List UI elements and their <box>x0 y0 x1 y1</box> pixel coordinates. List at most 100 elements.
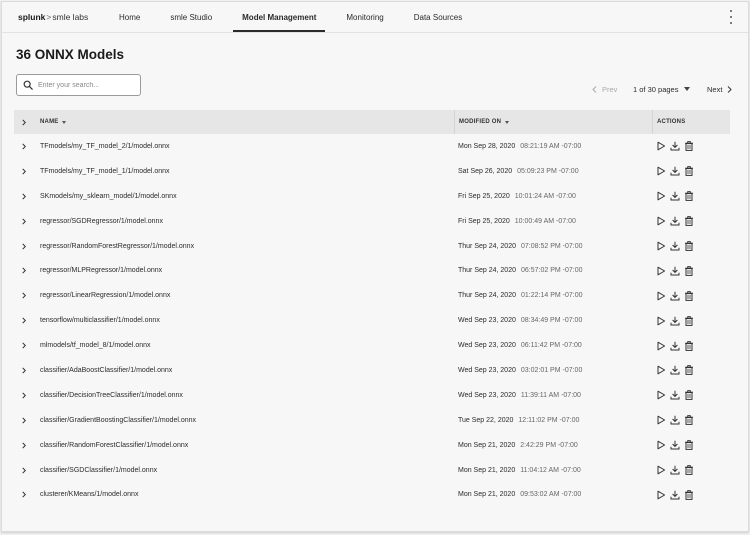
download-icon[interactable] <box>670 216 680 226</box>
play-icon[interactable] <box>656 266 666 276</box>
table-row[interactable]: tensorflow/multiclassifier/1/model.onnx W… <box>14 308 730 333</box>
play-icon[interactable] <box>656 166 666 176</box>
tab-monitoring[interactable]: Monitoring <box>337 2 392 32</box>
row-expand-toggle[interactable] <box>14 482 34 507</box>
table-row[interactable]: TFmodels/my_TF_model_1/1/model.onnx Sat S… <box>14 159 730 184</box>
trash-icon[interactable] <box>684 490 694 500</box>
tab-smle-studio[interactable]: smle Studio <box>161 2 221 32</box>
model-name[interactable]: classifier/RandomForestClassifier/1/mode… <box>34 433 454 458</box>
model-name[interactable]: regressor/MLPRegressor/1/model.onnx <box>34 258 454 283</box>
download-icon[interactable] <box>670 341 680 351</box>
play-icon[interactable] <box>656 390 666 400</box>
play-icon[interactable] <box>656 141 666 151</box>
download-icon[interactable] <box>670 390 680 400</box>
table-row[interactable]: regressor/RandomForestRegressor/1/model.… <box>14 234 730 259</box>
pagination-prev[interactable]: Prev <box>592 82 617 96</box>
trash-icon[interactable] <box>684 440 694 451</box>
play-icon[interactable] <box>656 415 666 425</box>
trash-icon[interactable] <box>684 166 694 177</box>
model-name[interactable]: SKmodels/my_sklearn_model/1/model.onnx <box>34 184 454 209</box>
row-expand-toggle[interactable] <box>14 258 34 283</box>
model-name[interactable]: tensorflow/multiclassifier/1/model.onnx <box>34 308 454 333</box>
table-row[interactable]: mlmodels/tf_model_8/1/model.onnx Wed Sep … <box>14 333 730 358</box>
trash-icon[interactable] <box>684 216 694 227</box>
play-icon[interactable] <box>656 465 666 475</box>
trash-icon[interactable] <box>684 241 694 251</box>
row-expand-toggle[interactable] <box>14 283 34 308</box>
download-icon[interactable] <box>670 166 680 176</box>
brand-logo[interactable]: splunk > smle labs <box>2 2 110 32</box>
download-icon[interactable] <box>670 266 680 276</box>
download-icon[interactable] <box>670 241 680 251</box>
play-icon[interactable] <box>656 490 666 500</box>
table-row[interactable]: classifier/SGDClassifier/1/model.onnx Mon… <box>14 458 730 483</box>
model-name[interactable]: classifier/GradientBoostingClassifier/1/… <box>34 408 454 433</box>
row-expand-toggle[interactable] <box>14 308 34 333</box>
model-name[interactable]: TFmodels/my_TF_model_2/1/model.onnx <box>34 134 454 159</box>
table-row[interactable]: regressor/SGDRegressor/1/model.onnx Fri S… <box>14 209 730 234</box>
model-name[interactable]: TFmodels/my_TF_model_1/1/model.onnx <box>34 159 454 184</box>
table-row[interactable]: classifier/RandomForestClassifier/1/mode… <box>14 433 730 458</box>
play-icon[interactable] <box>656 341 666 351</box>
row-expand-toggle[interactable] <box>14 433 34 458</box>
row-expand-toggle[interactable] <box>14 184 34 209</box>
model-name[interactable]: clusterer/KMeans/1/model.onnx <box>34 482 454 507</box>
table-row[interactable]: regressor/LinearRegression/1/model.onnx T… <box>14 283 730 308</box>
download-icon[interactable] <box>670 490 680 500</box>
tab-model-management[interactable]: Model Management <box>233 2 326 32</box>
tab-data-sources[interactable]: Data Sources <box>405 2 471 32</box>
table-row[interactable]: classifier/DecisionTreeClassifier/1/mode… <box>14 383 730 408</box>
row-expand-toggle[interactable] <box>14 134 34 159</box>
trash-icon[interactable] <box>684 266 694 276</box>
row-expand-toggle[interactable] <box>14 408 34 433</box>
table-row[interactable]: regressor/MLPRegressor/1/model.onnx Thur … <box>14 258 730 283</box>
model-name[interactable]: regressor/LinearRegression/1/model.onnx <box>34 283 454 308</box>
model-name[interactable]: classifier/SGDClassifier/1/model.onnx <box>34 458 454 483</box>
row-expand-toggle[interactable] <box>14 333 34 358</box>
download-icon[interactable] <box>670 465 680 475</box>
row-expand-toggle[interactable] <box>14 234 34 259</box>
column-header-modified[interactable]: MODIFIED ON <box>454 110 652 134</box>
play-icon[interactable] <box>656 316 666 326</box>
row-expand-toggle[interactable] <box>14 358 34 383</box>
expand-all-toggle[interactable] <box>14 110 34 134</box>
column-header-name[interactable]: NAME <box>34 110 454 134</box>
download-icon[interactable] <box>670 141 680 151</box>
row-expand-toggle[interactable] <box>14 159 34 184</box>
page-select[interactable]: 1 of 30 pages <box>633 82 691 96</box>
trash-icon[interactable] <box>684 415 694 426</box>
download-icon[interactable] <box>670 440 680 450</box>
download-icon[interactable] <box>670 365 680 375</box>
play-icon[interactable] <box>656 291 666 301</box>
table-row[interactable]: TFmodels/my_TF_model_2/1/model.onnx Mon S… <box>14 134 730 159</box>
trash-icon[interactable] <box>684 390 694 401</box>
model-name[interactable]: classifier/DecisionTreeClassifier/1/mode… <box>34 383 454 408</box>
trash-icon[interactable] <box>684 191 694 202</box>
trash-icon[interactable] <box>684 315 694 326</box>
trash-icon[interactable] <box>684 290 694 301</box>
trash-icon[interactable] <box>684 465 694 475</box>
download-icon[interactable] <box>670 191 680 201</box>
trash-icon[interactable] <box>684 365 694 376</box>
play-icon[interactable] <box>656 191 666 201</box>
table-row[interactable]: classifier/GradientBoostingClassifier/1/… <box>14 408 730 433</box>
play-icon[interactable] <box>656 365 666 375</box>
search-input[interactable] <box>38 81 133 89</box>
download-icon[interactable] <box>670 415 680 425</box>
model-name[interactable]: mlmodels/tf_model_8/1/model.onnx <box>34 333 454 358</box>
tab-home[interactable]: Home <box>110 2 149 32</box>
trash-icon[interactable] <box>684 340 694 351</box>
download-icon[interactable] <box>670 291 680 301</box>
table-row[interactable]: SKmodels/my_sklearn_model/1/model.onnx Fr… <box>14 184 730 209</box>
row-expand-toggle[interactable] <box>14 458 34 483</box>
search-box[interactable] <box>16 74 141 96</box>
trash-icon[interactable] <box>684 141 694 152</box>
model-name[interactable]: regressor/RandomForestRegressor/1/model.… <box>34 234 454 259</box>
model-name[interactable]: regressor/SGDRegressor/1/model.onnx <box>34 209 454 234</box>
row-expand-toggle[interactable] <box>14 209 34 234</box>
table-row[interactable]: clusterer/KMeans/1/model.onnx Mon Sep 21,… <box>14 482 730 507</box>
play-icon[interactable] <box>656 241 666 251</box>
pagination-next[interactable]: Next <box>707 82 733 96</box>
row-expand-toggle[interactable] <box>14 383 34 408</box>
kebab-menu-icon[interactable] <box>728 10 734 24</box>
